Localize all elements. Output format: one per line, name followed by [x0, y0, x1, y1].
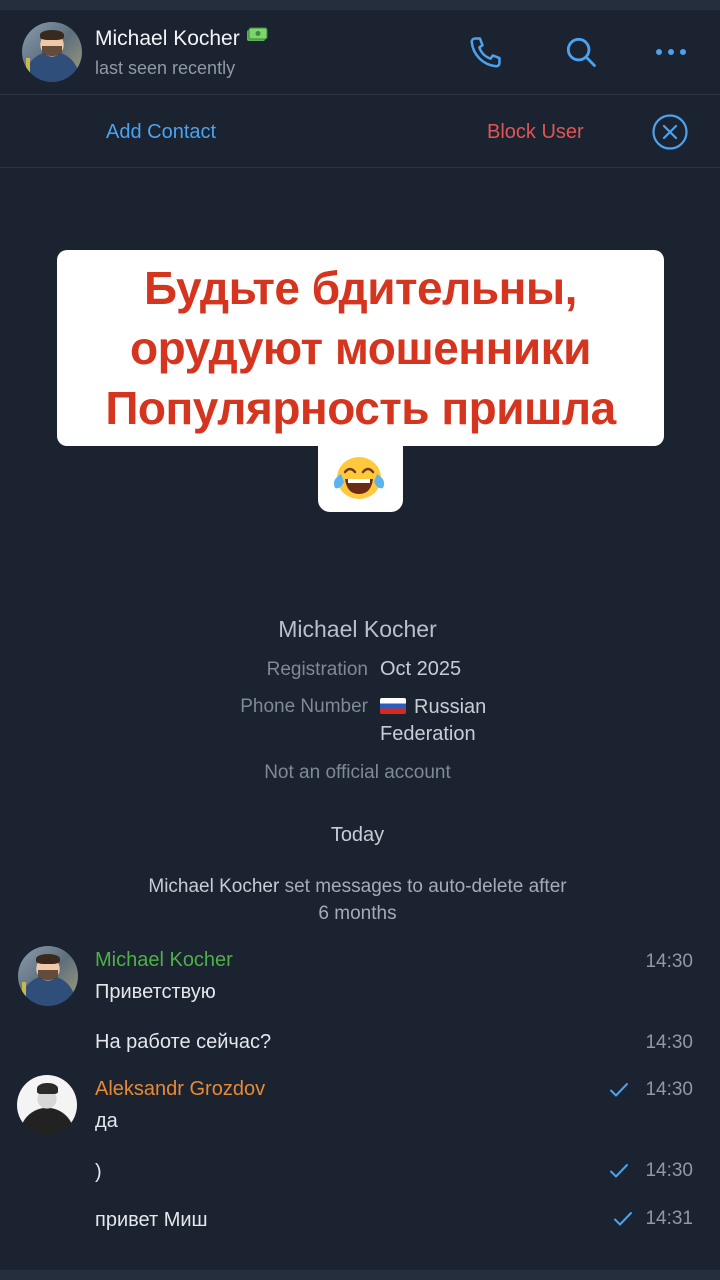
service-message-name[interactable]: Michael Kocher: [148, 876, 279, 897]
bottom-edge: [0, 1270, 720, 1280]
message-time: 14:31: [645, 1208, 693, 1229]
face-with-tears-of-joy-icon: [331, 454, 387, 502]
banner-line-3: Популярность пришла: [105, 382, 616, 434]
message-time: 14:30: [645, 951, 693, 972]
message-time: 14:30: [645, 1079, 693, 1100]
message-text[interactable]: Приветствую: [95, 981, 216, 1004]
avatar[interactable]: [17, 1075, 77, 1135]
service-message-duration: 6 months: [318, 903, 397, 924]
close-icon[interactable]: [651, 113, 689, 151]
chat-screen: Michael Kocher last seen recently Add Co…: [0, 0, 720, 1280]
registration-label: Registration: [266, 659, 368, 680]
phone-number-label: Phone Number: [240, 696, 368, 717]
message-author[interactable]: Michael Kocher: [95, 949, 233, 972]
message-time: 14:30: [645, 1032, 693, 1053]
phone-number-value: Russian: [380, 696, 486, 719]
read-check-icon: [614, 1212, 632, 1226]
block-user-button[interactable]: Block User: [487, 121, 584, 144]
message-text[interactable]: На работе сейчас?: [95, 1031, 271, 1054]
top-edge: [0, 0, 720, 10]
contact-name[interactable]: Michael Kocher: [95, 27, 268, 51]
contact-name-text: Michael Kocher: [95, 27, 240, 50]
last-seen-status: last seen recently: [95, 58, 236, 78]
read-check-icon: [610, 1164, 628, 1178]
phone-country-line2: Federation: [380, 723, 476, 745]
russia-flag-icon: [380, 698, 406, 714]
add-contact-button[interactable]: Add Contact: [106, 121, 216, 144]
auto-delete-service-message: Michael Kocher set messages to auto-dele…: [90, 873, 625, 927]
phone-icon[interactable]: [466, 32, 506, 72]
message-text[interactable]: привет Миш: [95, 1209, 208, 1232]
chat-header: Michael Kocher last seen recently: [0, 10, 720, 95]
banner-line-1: Будьте бдительны,: [144, 262, 577, 314]
not-official-note: Not an official account: [264, 762, 451, 783]
message-time: 14:30: [645, 1160, 693, 1181]
service-message-text: set messages to auto-delete after: [279, 876, 567, 897]
avatar[interactable]: [22, 22, 82, 82]
money-icon: [246, 27, 268, 48]
new-contact-action-bar: Add Contact Block User: [0, 95, 720, 168]
read-check-icon: [610, 1083, 628, 1097]
more-options-icon[interactable]: [651, 32, 691, 72]
registration-value: Oct 2025: [380, 658, 462, 680]
message-text[interactable]: ): [95, 1161, 102, 1184]
message-text[interactable]: да: [95, 1110, 118, 1133]
avatar[interactable]: [18, 946, 78, 1006]
message-author[interactable]: Aleksandr Grozdov: [95, 1078, 265, 1101]
banner-line-2: орудуют мошенники: [130, 322, 591, 374]
search-icon[interactable]: [561, 32, 601, 72]
phone-country-line1: Russian: [414, 696, 487, 718]
info-contact-name: Michael Kocher: [278, 616, 437, 642]
date-separator: Today: [330, 824, 385, 846]
